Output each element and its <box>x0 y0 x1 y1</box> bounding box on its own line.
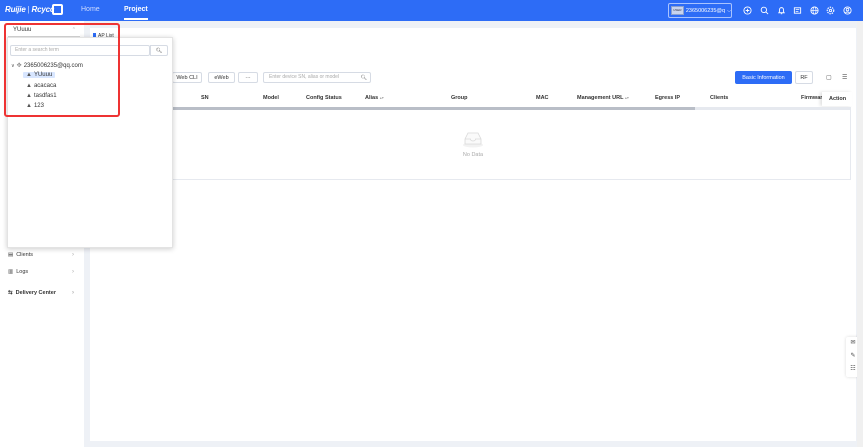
search-icon[interactable] <box>759 5 769 15</box>
column-mac: MAC <box>536 95 549 101</box>
avatar: USER <box>671 6 684 15</box>
rf-button[interactable]: RF <box>795 71 813 84</box>
user-icon[interactable] <box>842 5 852 15</box>
column-alias-label: Alias <box>365 95 379 101</box>
column-group: Group <box>451 95 468 101</box>
table-body <box>173 110 851 180</box>
globe-icon[interactable] <box>809 5 819 15</box>
brand-logo[interactable]: Ruijie | Rcycc <box>5 5 54 14</box>
more-button[interactable]: ··· <box>238 72 258 83</box>
column-alias[interactable]: Alias ▴▾ <box>365 95 384 101</box>
sidebar-item-clients[interactable]: ▤ Clients › <box>8 252 76 258</box>
web-cli-button[interactable]: Web CLI <box>172 72 202 83</box>
search-icon: 🔍︎ <box>155 47 163 54</box>
brand-separator: | <box>25 5 32 14</box>
vertical-scrollbar[interactable] <box>857 21 863 447</box>
account-label: 2365006235@q... <box>685 7 726 14</box>
column-egress-ip: Egress IP <box>655 95 681 101</box>
nav-home[interactable]: Home <box>81 6 100 13</box>
logs-icon: ▥ <box>8 269 14 275</box>
eweb-button[interactable]: eWeb <box>208 72 235 83</box>
device-search-placeholder: Enter device SN, alias or model <box>269 74 340 80</box>
sidebar-item-label: Delivery Center <box>15 290 56 296</box>
chevron-down-icon: ⌵ <box>727 7 731 14</box>
brand-name-right: Rcycc <box>31 5 55 14</box>
fullscreen-icon[interactable]: ▢ <box>826 74 832 81</box>
sort-icon[interactable]: ▴▾ <box>380 95 384 100</box>
column-action: Action <box>822 92 852 106</box>
column-management-url[interactable]: Management URL ▴▾ <box>577 95 629 101</box>
account-switcher[interactable]: USER 2365006235@q... ⌵ <box>668 3 732 18</box>
column-settings-icon[interactable]: ☰ <box>842 74 847 81</box>
sort-icon[interactable]: ▴▾ <box>625 95 629 100</box>
main-content <box>90 28 856 441</box>
settings-icon[interactable] <box>825 5 835 15</box>
sidebar-item-delivery-center[interactable]: ⇆ Delivery Center › <box>8 290 76 296</box>
add-circle-icon[interactable] <box>742 5 752 15</box>
sidebar-item-logs[interactable]: ▥ Logs › <box>8 269 76 275</box>
brand-name-left: Ruijie <box>5 5 26 14</box>
nav-project[interactable]: Project <box>124 6 148 20</box>
message-icon[interactable] <box>792 5 802 15</box>
clients-icon: ▤ <box>8 252 14 258</box>
bell-icon[interactable] <box>776 5 786 15</box>
column-management-url-label: Management URL <box>577 95 624 101</box>
basic-information-button[interactable]: Basic Information <box>735 71 792 84</box>
search-icon[interactable]: 🔍︎ <box>361 74 367 83</box>
logo-mark-icon <box>52 4 63 15</box>
empty-inbox-icon <box>462 130 484 148</box>
table-header: SN Model Config Status Alias ▴▾ Group MA… <box>173 92 825 106</box>
chevron-right-icon: › <box>72 290 74 296</box>
delivery-icon: ⇆ <box>8 290 13 296</box>
column-sn: SN <box>201 95 209 101</box>
no-data-text: No Data <box>462 152 484 158</box>
chevron-right-icon: › <box>72 269 74 275</box>
column-config-status: Config Status <box>306 95 342 101</box>
device-search-input[interactable]: Enter device SN, alias or model 🔍︎ <box>263 72 371 83</box>
chevron-right-icon: › <box>72 252 74 258</box>
column-clients: Clients <box>710 95 729 101</box>
sidebar-item-label: Clients <box>16 252 34 258</box>
project-search-button[interactable]: 🔍︎ <box>150 45 168 56</box>
column-model: Model <box>263 95 279 101</box>
sidebar-item-label: Logs <box>16 269 29 275</box>
top-nav-bar: Ruijie | Rcycc Home Project USER 2365006… <box>0 0 863 21</box>
highlight-annotation <box>4 23 120 117</box>
